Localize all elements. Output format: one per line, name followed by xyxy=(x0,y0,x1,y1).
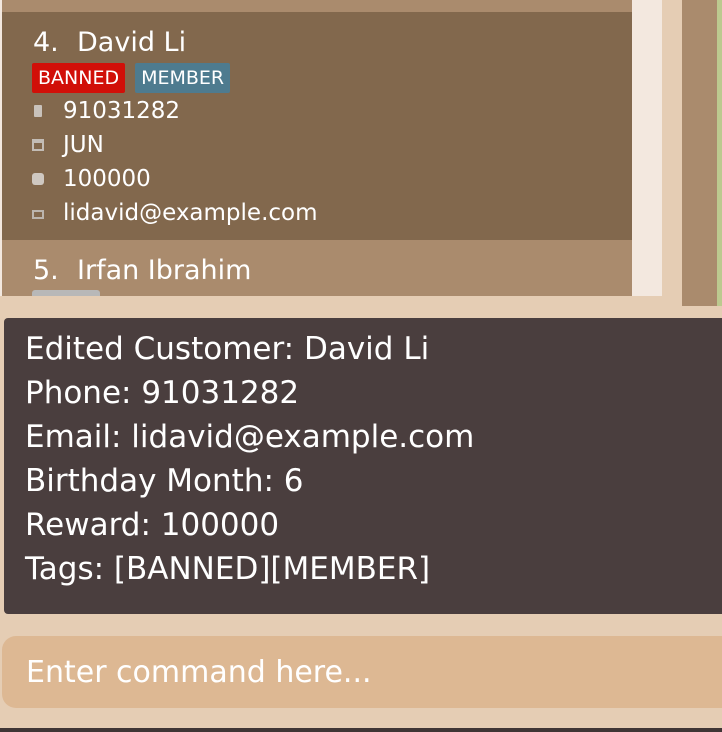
phone-icon xyxy=(34,105,42,117)
result-display: Edited Customer: David Li Phone: 9103128… xyxy=(4,318,722,614)
status-bar xyxy=(0,728,722,732)
tag-partial xyxy=(32,290,100,296)
result-line: Tags: [BANNED][MEMBER] xyxy=(25,551,431,587)
customer-index: 4. xyxy=(33,27,59,58)
result-line: Edited Customer: David Li xyxy=(25,331,430,367)
customer-card-selected[interactable]: 4. David Li BANNED MEMBER 91031282 JUN 10… xyxy=(2,12,632,240)
tag-member: MEMBER xyxy=(135,63,231,93)
scrollbar[interactable] xyxy=(682,0,717,306)
customer-list-panel[interactable]: 4. David Li BANNED MEMBER 91031282 JUN 10… xyxy=(0,0,662,296)
gift-icon xyxy=(32,173,44,185)
customer-name: Irfan Ibrahim xyxy=(77,255,252,286)
tag-list: BANNED MEMBER xyxy=(32,63,231,93)
customer-index: 5. xyxy=(33,255,59,286)
reward-value: 100000 xyxy=(63,166,151,192)
tag-banned: BANNED xyxy=(32,63,126,93)
side-panel-edge xyxy=(717,0,722,306)
result-line: Birthday Month: 6 xyxy=(25,463,304,499)
customer-name-row: 4. David Li xyxy=(33,26,186,60)
email-icon xyxy=(32,209,44,219)
phone-value: 91031282 xyxy=(63,98,181,124)
calendar-icon xyxy=(32,139,44,151)
customer-name-row: 5. Irfan Ibrahim xyxy=(33,254,251,288)
customer-card-next[interactable]: 5. Irfan Ibrahim xyxy=(2,240,632,296)
customer-name: David Li xyxy=(77,27,187,58)
phone-field: 91031282 xyxy=(32,96,180,126)
birthday-field: JUN xyxy=(32,130,104,160)
reward-field: 100000 xyxy=(32,164,151,194)
result-text: Edited Customer: David Li Phone: 9103128… xyxy=(25,327,474,591)
previous-card-edge[interactable] xyxy=(2,0,632,12)
birthday-value: JUN xyxy=(63,132,104,158)
result-line: Reward: 100000 xyxy=(25,507,280,543)
command-box[interactable] xyxy=(2,636,722,708)
command-input[interactable] xyxy=(2,636,722,708)
result-line: Email: lidavid@example.com xyxy=(25,419,475,455)
email-value: lidavid@example.com xyxy=(63,200,318,226)
result-line: Phone: 91031282 xyxy=(25,375,300,411)
email-field: lidavid@example.com xyxy=(32,198,318,228)
